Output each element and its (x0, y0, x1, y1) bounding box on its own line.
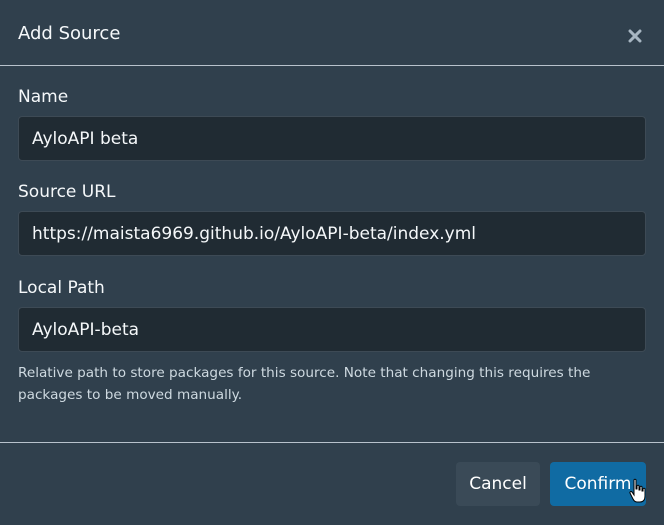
footer-divider (0, 442, 664, 443)
name-label: Name (18, 87, 69, 107)
local-path-input[interactable] (18, 307, 646, 352)
local-path-help-text: Relative path to store packages for this… (18, 365, 591, 403)
confirm-button[interactable]: Confirm (550, 462, 646, 506)
local-path-label: Local Path (18, 278, 105, 298)
dialog-title: Add Source (18, 23, 121, 44)
add-source-dialog: Add Source Name Source URL Local Path Re… (0, 0, 664, 525)
close-icon[interactable] (624, 25, 646, 47)
source-url-input[interactable] (18, 211, 646, 256)
name-input[interactable] (18, 116, 646, 161)
dialog-header: Add Source (0, 0, 664, 66)
source-url-label: Source URL (18, 182, 116, 202)
cancel-button[interactable]: Cancel (456, 462, 540, 506)
